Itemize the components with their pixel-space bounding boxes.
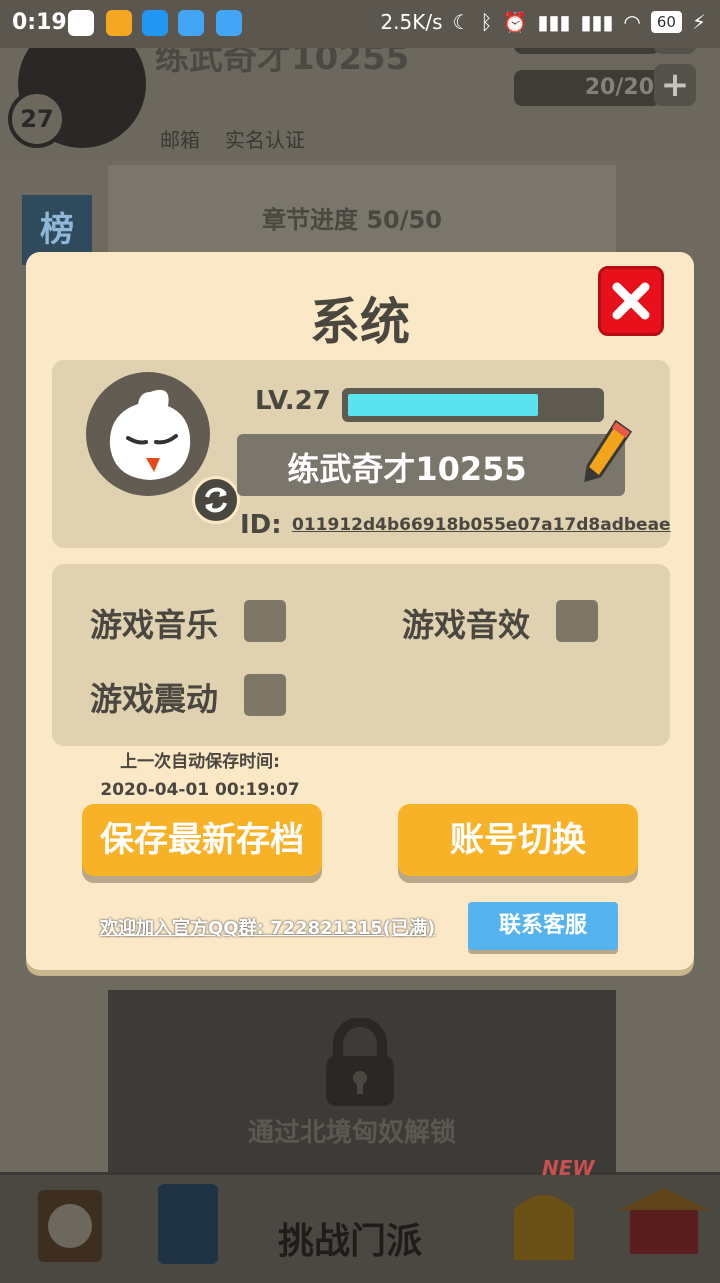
header-level-badge: 27 — [8, 90, 66, 148]
mail-label: 邮箱 — [160, 128, 200, 152]
player-id[interactable]: 011912d4b66918b055e07a17d8adbeae — [292, 515, 671, 535]
app-icon-blue-2 — [178, 10, 204, 36]
close-icon — [612, 282, 650, 320]
collect-nav-icon — [614, 1180, 714, 1274]
save-button[interactable]: 保存最新存档 — [82, 804, 322, 876]
app-icon-blue-3 — [216, 10, 242, 36]
stamina-add-icon: + — [654, 64, 696, 106]
status-bar: 0:19 2.5K/s ☾ ᛒ ⏰ ▮▮▮ ▮▮▮ ◠ 60 ⚡ — [0, 0, 720, 48]
chapter-progress: 章节进度 50/50 — [262, 206, 442, 234]
sfx-checkbox[interactable] — [556, 600, 598, 642]
challenge-sect-nav: 挑战门派 — [278, 1221, 423, 1262]
level-label: LV.27 — [255, 386, 331, 416]
player-name-box[interactable]: 练武奇才10255 — [237, 434, 625, 496]
moon-icon: ☾ — [452, 10, 471, 34]
app-icon-orange — [106, 10, 132, 36]
switch-account-button[interactable]: 账号切换 — [398, 804, 638, 876]
charging-icon: ⚡ — [691, 10, 706, 34]
vibration-checkbox[interactable] — [244, 674, 286, 716]
net-speed: 2.5K/s — [380, 10, 443, 34]
dialog-title: 系统 — [310, 293, 410, 351]
xp-bar — [342, 388, 604, 422]
status-right: 2.5K/s ☾ ᛒ ⏰ ▮▮▮ ▮▮▮ ◠ 60 ⚡ — [380, 10, 706, 34]
autosave-time: 2020-04-01 00:19:07 — [100, 780, 300, 800]
xp-bar-fill — [348, 394, 538, 416]
player-name: 练武奇才10255 — [287, 450, 527, 488]
task-nav-icon — [20, 1180, 120, 1274]
realname-label: 实名认证 — [225, 128, 305, 152]
autosave-info: 上一次自动保存时间: 2020-04-01 00:19:07 — [90, 748, 310, 804]
lock-icon — [326, 1018, 394, 1106]
training-nav-icon — [146, 1180, 246, 1274]
avatar-face-icon — [109, 389, 191, 480]
armor-nav-icon — [494, 1180, 594, 1274]
stamina-counter: 20/20 — [514, 70, 660, 106]
alarm-icon: ⏰ — [502, 10, 528, 34]
status-time: 0:19 — [12, 10, 67, 35]
edit-name-pencil-icon[interactable] — [582, 418, 634, 486]
qq-group-link[interactable]: 欢迎加入官方QQ群: 722821315(已满) — [100, 914, 435, 940]
vibration-label: 游戏震动 — [90, 680, 219, 718]
autosave-label: 上一次自动保存时间: — [120, 752, 280, 772]
id-label: ID: — [240, 510, 282, 540]
music-checkbox[interactable] — [244, 600, 286, 642]
qq-icon — [68, 10, 94, 36]
battery-icon: 60 — [650, 11, 682, 33]
locked-text: 通过北境匈奴解锁 — [248, 1118, 457, 1148]
close-button[interactable] — [598, 266, 664, 336]
app-icon-blue — [142, 10, 168, 36]
change-avatar-icon[interactable] — [192, 476, 240, 524]
sfx-label: 游戏音效 — [402, 606, 531, 644]
signal-icon: ▮▮▮ — [537, 10, 571, 34]
bluetooth-icon: ᛒ — [480, 10, 493, 34]
system-dialog: 系统 LV.27 练武奇才10255 ID: 011912d4b66918b05… — [26, 252, 694, 970]
music-label: 游戏音乐 — [90, 606, 219, 644]
new-badge: NEW — [542, 1156, 595, 1180]
contact-support-button[interactable]: 联系客服 — [468, 902, 618, 950]
wifi-icon: ◠ — [623, 10, 641, 34]
refresh-icon — [205, 487, 227, 513]
signal-icon-2: ▮▮▮ — [580, 10, 614, 34]
